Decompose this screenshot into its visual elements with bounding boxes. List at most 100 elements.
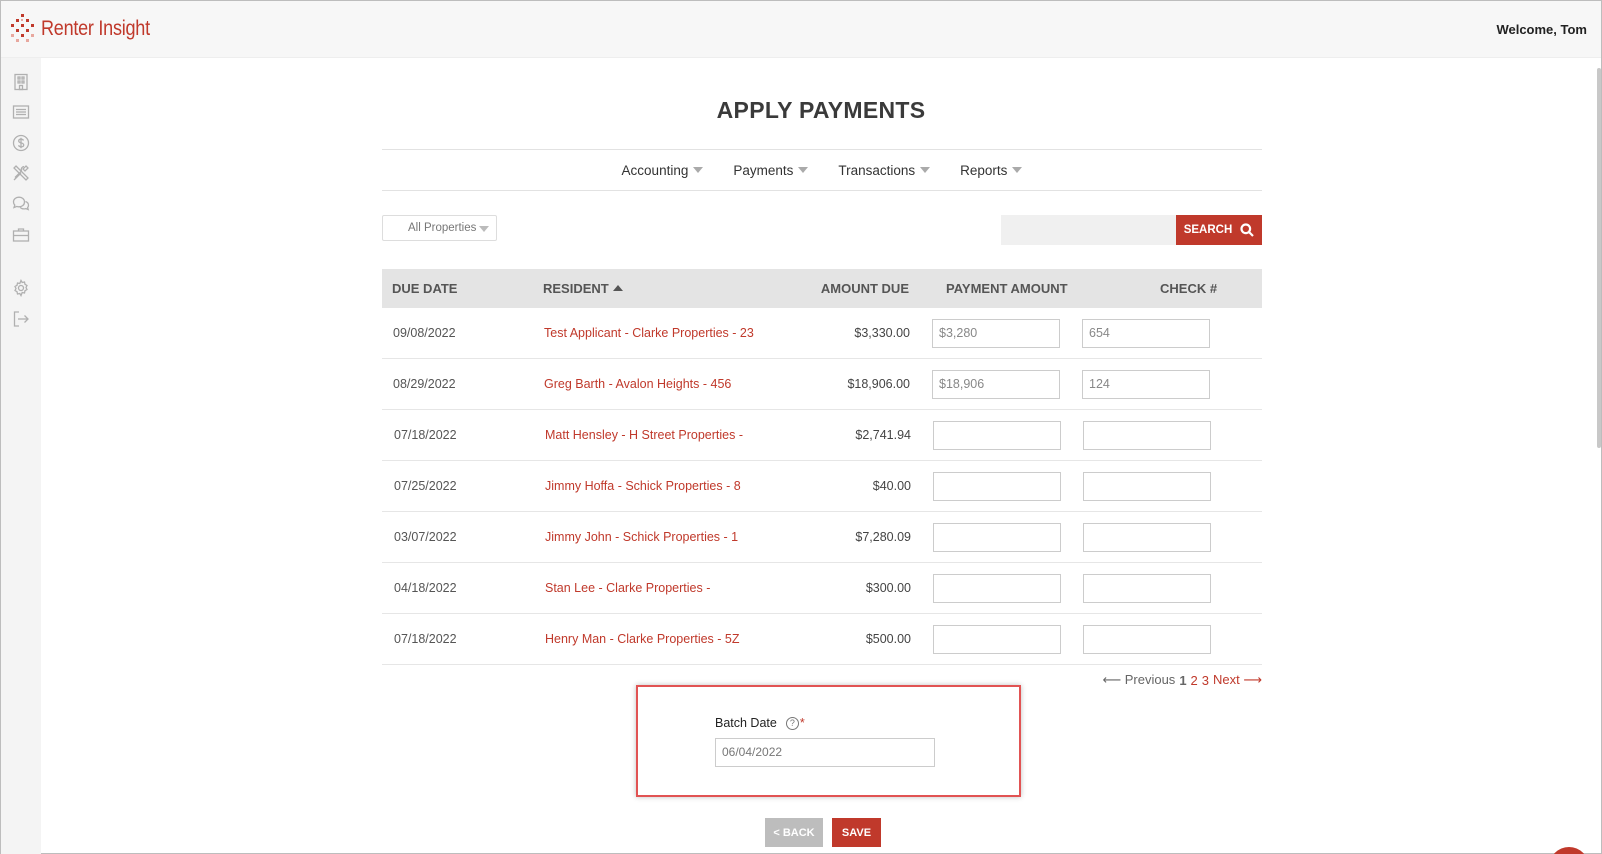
sub-navigation: Accounting Payments Transactions Reports bbox=[382, 149, 1262, 191]
building-icon[interactable] bbox=[11, 72, 31, 92]
due-date: 07/18/2022 bbox=[394, 632, 457, 646]
required-marker: * bbox=[799, 716, 805, 730]
caret-down-icon bbox=[479, 226, 489, 232]
batch-date-input[interactable]: 06/04/2022 bbox=[715, 738, 935, 767]
subnav-accounting[interactable]: Accounting bbox=[622, 163, 704, 178]
resident-link[interactable]: Stan Lee - Clarke Properties - bbox=[545, 581, 710, 595]
caret-down-icon bbox=[1012, 167, 1023, 173]
check-number-input[interactable] bbox=[1083, 421, 1211, 450]
payment-amount-input[interactable]: $18,906 bbox=[932, 370, 1060, 399]
header-resident-label: RESIDENT bbox=[543, 281, 609, 296]
subnav-reports[interactable]: Reports bbox=[960, 162, 1023, 178]
table-row: 04/18/2022 Stan Lee - Clarke Properties … bbox=[382, 563, 1262, 614]
search-button-label: SEARCH bbox=[1183, 224, 1233, 236]
due-date: 09/08/2022 bbox=[393, 326, 456, 340]
subnav-payments[interactable]: Payments bbox=[733, 162, 809, 178]
table-row: 03/07/2022 Jimmy John - Schick Propertie… bbox=[382, 512, 1262, 563]
check-number-input[interactable] bbox=[1083, 625, 1211, 654]
search-button[interactable]: SEARCH bbox=[1176, 215, 1262, 245]
due-date: 07/18/2022 bbox=[394, 428, 457, 442]
pagination-page-current[interactable]: 1 bbox=[1179, 673, 1186, 688]
table-row: 07/18/2022 Henry Man - Clarke Properties… bbox=[382, 614, 1262, 665]
table-row: 07/18/2022 Matt Hensley - H Street Prope… bbox=[382, 410, 1262, 461]
logo-text: Renter Insight bbox=[41, 17, 150, 40]
payment-amount-input[interactable] bbox=[933, 625, 1061, 654]
list-icon[interactable] bbox=[11, 102, 31, 122]
check-number-input[interactable] bbox=[1083, 472, 1211, 501]
dollar-icon[interactable] bbox=[11, 133, 31, 153]
caret-down-icon bbox=[798, 167, 809, 173]
resident-link[interactable]: Greg Barth - Avalon Heights - 456 bbox=[544, 377, 731, 391]
amount-due: $500.00 bbox=[865, 632, 911, 646]
welcome-text: Welcome, Tom bbox=[1496, 22, 1587, 37]
check-number-input[interactable]: 654 bbox=[1082, 319, 1210, 348]
header-due-date[interactable]: DUE DATE bbox=[392, 281, 457, 296]
resident-link[interactable]: Jimmy Hoffa - Schick Properties - 8 bbox=[545, 479, 741, 493]
sidebar bbox=[1, 58, 41, 854]
chat-icon[interactable] bbox=[11, 194, 31, 214]
help-icon[interactable]: ? bbox=[785, 716, 799, 730]
pagination-previous[interactable]: ⟵ Previous bbox=[1102, 672, 1175, 688]
payment-amount-input[interactable] bbox=[933, 421, 1061, 450]
subnav-label: Payments bbox=[733, 162, 794, 178]
caret-down-icon bbox=[920, 167, 931, 173]
header-amount-due[interactable]: AMOUNT DUE bbox=[821, 281, 909, 296]
due-date: 03/07/2022 bbox=[394, 530, 457, 544]
property-select[interactable]: All Properties bbox=[382, 215, 497, 241]
pagination-page[interactable]: 3 bbox=[1202, 673, 1209, 688]
payment-amount-input[interactable] bbox=[933, 523, 1061, 552]
pagination-page[interactable]: 2 bbox=[1191, 673, 1198, 688]
amount-due: $7,280.09 bbox=[855, 530, 911, 544]
check-number-input[interactable]: 124 bbox=[1082, 370, 1210, 399]
subnav-label: Reports bbox=[960, 162, 1008, 178]
header-payment-amount: PAYMENT AMOUNT bbox=[946, 281, 1068, 296]
amount-due: $300.00 bbox=[865, 581, 911, 595]
batch-date-highlight: Batch Date ? * 06/04/2022 bbox=[636, 685, 1021, 797]
search-input[interactable] bbox=[1001, 215, 1176, 245]
amount-due: $40.00 bbox=[872, 479, 911, 493]
chat-widget-button[interactable] bbox=[1549, 847, 1589, 854]
property-select-value: All Properties bbox=[408, 222, 477, 234]
back-button[interactable]: < BACK bbox=[765, 818, 823, 847]
table-header: DUE DATE RESIDENT AMOUNT DUE PAYMENT AMO… bbox=[382, 269, 1262, 308]
save-button[interactable]: SAVE bbox=[832, 818, 881, 847]
caret-down-icon bbox=[693, 167, 704, 173]
payment-amount-input[interactable]: $3,280 bbox=[932, 319, 1060, 348]
amount-due: $18,906.00 bbox=[847, 377, 910, 391]
logo[interactable]: Renter Insight bbox=[10, 14, 168, 44]
search-icon bbox=[1240, 223, 1255, 237]
batch-date-label-text: Batch Date bbox=[715, 716, 777, 730]
amount-due: $3,330.00 bbox=[854, 326, 910, 340]
table-row: 07/25/2022 Jimmy Hoffa - Schick Properti… bbox=[382, 461, 1262, 512]
subnav-transactions[interactable]: Transactions bbox=[838, 162, 931, 178]
due-date: 07/25/2022 bbox=[394, 479, 457, 493]
due-date: 04/18/2022 bbox=[394, 581, 457, 595]
header-resident[interactable]: RESIDENT bbox=[543, 281, 623, 296]
logo-icon bbox=[11, 14, 34, 42]
tools-icon[interactable] bbox=[11, 163, 31, 183]
briefcase-icon[interactable] bbox=[11, 225, 31, 245]
amount-due: $2,741.94 bbox=[855, 428, 911, 442]
payments-table: DUE DATE RESIDENT AMOUNT DUE PAYMENT AMO… bbox=[382, 269, 1262, 665]
subnav-label: Transactions bbox=[838, 162, 916, 178]
subnav-label: Accounting bbox=[621, 162, 689, 178]
check-number-input[interactable] bbox=[1083, 574, 1211, 603]
resident-link[interactable]: Henry Man - Clarke Properties - 5Z bbox=[545, 632, 740, 646]
due-date: 08/29/2022 bbox=[393, 377, 456, 391]
resident-link[interactable]: Jimmy John - Schick Properties - 1 bbox=[545, 530, 738, 544]
top-bar: Renter Insight Welcome, Tom bbox=[1, 1, 1601, 58]
payment-amount-input[interactable] bbox=[933, 472, 1061, 501]
gear-icon[interactable] bbox=[11, 278, 31, 298]
resident-link[interactable]: Test Applicant - Clarke Properties - 23 bbox=[544, 326, 754, 340]
resident-link[interactable]: Matt Hensley - H Street Properties - bbox=[545, 428, 743, 442]
batch-date-label: Batch Date ? * bbox=[715, 716, 805, 730]
logout-icon[interactable] bbox=[11, 309, 31, 329]
header-check-number: CHECK # bbox=[1160, 281, 1218, 296]
payment-amount-input[interactable] bbox=[933, 574, 1061, 603]
pagination: ⟵ Previous 1 2 3 Next ⟶ bbox=[1102, 672, 1262, 688]
check-number-input[interactable] bbox=[1083, 523, 1211, 552]
sort-ascending-icon bbox=[612, 285, 623, 291]
table-row: 08/29/2022 Greg Barth - Avalon Heights -… bbox=[382, 359, 1262, 410]
pagination-next[interactable]: Next ⟶ bbox=[1213, 672, 1262, 688]
scrollbar[interactable] bbox=[1597, 68, 1601, 448]
